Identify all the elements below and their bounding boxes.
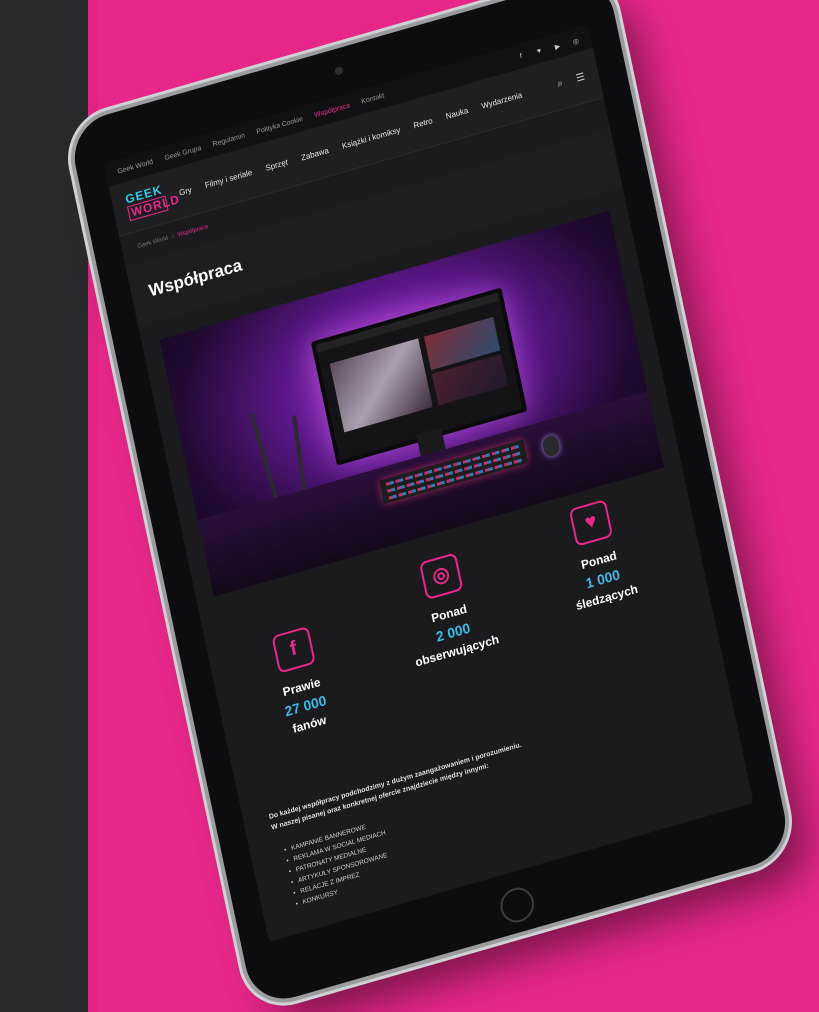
breadcrumb-home[interactable]: Geek World xyxy=(137,236,169,251)
breadcrumb-separator: › xyxy=(171,233,175,241)
facebook-icon[interactable]: f xyxy=(517,52,525,61)
tablet-screen: Geek World Geek Grupa Regulamin Polityka… xyxy=(103,24,754,942)
twitter-stat: ♥ Ponad 1 000 śledzących xyxy=(515,484,680,625)
nav-item-wydarzenia[interactable]: Wydarzenia xyxy=(481,90,523,110)
breadcrumb-current: Współpraca xyxy=(177,224,209,239)
nav-item-filmy[interactable]: Filmy i seriale xyxy=(204,167,253,189)
nav-item-zabawa[interactable]: Zabawa xyxy=(300,145,329,162)
camera-icon xyxy=(334,65,344,76)
twitter-icon[interactable]: ♥ xyxy=(535,47,543,56)
instagram-icon[interactable]: ◎ xyxy=(572,36,580,46)
topbar-link-wspolpraca[interactable]: Współpraca xyxy=(314,102,351,119)
home-button[interactable] xyxy=(497,883,538,927)
topbar-link-kontakt[interactable]: Kontakt xyxy=(361,92,385,105)
nav-item-ksiazki[interactable]: Książki i komiksy xyxy=(341,125,401,150)
search-icon[interactable]: ⌕ xyxy=(556,77,564,89)
site-logo[interactable]: GEEK WORLD xyxy=(124,182,181,222)
tablet-device: Geek World Geek Grupa Regulamin Polityka… xyxy=(67,0,793,1009)
tablet-mockup-wrap: Geek World Geek Grupa Regulamin Polityka… xyxy=(0,0,819,1012)
topbar-link-regulamin[interactable]: Regulamin xyxy=(212,132,246,148)
instagram-stat: ◎ Ponad 2 000 obserwujących xyxy=(365,537,530,678)
facebook-icon[interactable]: f xyxy=(271,625,316,674)
facebook-stat: f Prawie 27 000 fanów xyxy=(218,610,383,751)
nav-item-nauka[interactable]: Nauka xyxy=(445,105,469,120)
nav-item-retro[interactable]: Retro xyxy=(413,116,434,130)
topbar-link-geek-world[interactable]: Geek World xyxy=(117,158,154,175)
page-title: Współpraca xyxy=(147,255,244,301)
instagram-icon[interactable]: ◎ xyxy=(418,552,464,601)
topbar-link-geek-grupa[interactable]: Geek Grupa xyxy=(164,144,202,161)
youtube-icon[interactable]: ▶ xyxy=(553,41,561,50)
nav-item-gry[interactable]: Gry xyxy=(178,185,192,197)
menu-icon[interactable]: ☰ xyxy=(575,71,586,84)
twitter-icon[interactable]: ♥ xyxy=(568,499,614,547)
monitor-article-image xyxy=(329,338,433,433)
nav-item-sprzet[interactable]: Sprzęt xyxy=(265,157,289,172)
